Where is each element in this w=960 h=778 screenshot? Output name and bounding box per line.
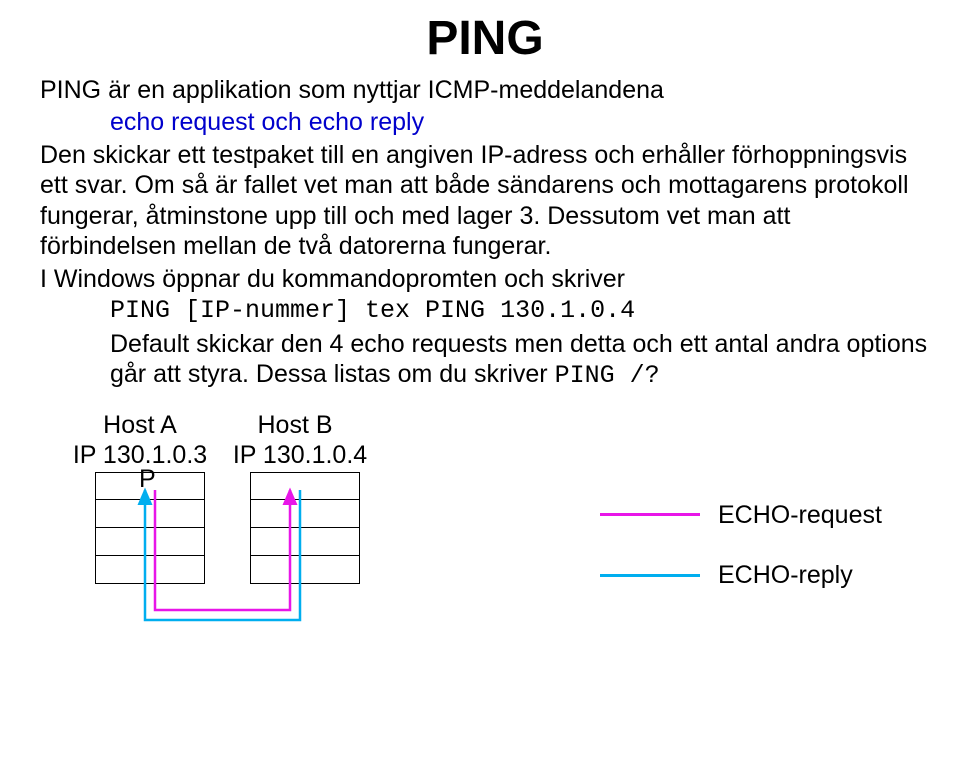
layer-cell: [95, 500, 205, 528]
layer-cell: [250, 556, 360, 584]
slide-page: PING PING är en applikation som nyttjar …: [0, 0, 960, 778]
legend-label-reply: ECHO-reply: [718, 560, 853, 591]
legend-label-request: ECHO-request: [718, 500, 882, 531]
legend: ECHO-request ECHO-reply: [600, 500, 882, 621]
host-a-label: Host A: [80, 410, 200, 441]
legend-row-reply: ECHO-reply: [600, 560, 882, 591]
text-line-3b-text: Default skickar den 4 echo requests men …: [110, 330, 927, 389]
layer-cell: [250, 528, 360, 556]
p-app-label: P: [139, 464, 156, 495]
host-b-label: Host B: [235, 410, 355, 441]
layer-cell: [95, 528, 205, 556]
legend-row-request: ECHO-request: [600, 500, 882, 531]
text-line-3b: Default skickar den 4 echo requests men …: [110, 329, 930, 392]
host-b-ip: IP 130.1.0.4: [230, 440, 370, 471]
code-line: PING [IP-nummer] tex PING 130.1.0.4: [110, 296, 930, 327]
text-block-2: Den skickar ett testpaket till en angive…: [40, 140, 930, 262]
legend-line-request: [600, 513, 700, 516]
layer-cell: [250, 472, 360, 500]
text-line-1: PING är en applikation som nyttjar ICMP-…: [40, 75, 930, 106]
text-line-1b: echo request och echo reply: [110, 107, 930, 138]
layer-cell: [250, 500, 360, 528]
ping-diagram: Host A IP 130.1.0.3 Host B IP 130.1.0.4 …: [40, 410, 930, 640]
legend-line-reply: [600, 574, 700, 577]
code-inline: PING /?: [555, 361, 660, 390]
title: PING: [40, 10, 930, 69]
text-line-3a: I Windows öppnar du kommandopromten och …: [40, 264, 930, 295]
stack-host-b: [250, 472, 360, 584]
layer-cell: [95, 556, 205, 584]
